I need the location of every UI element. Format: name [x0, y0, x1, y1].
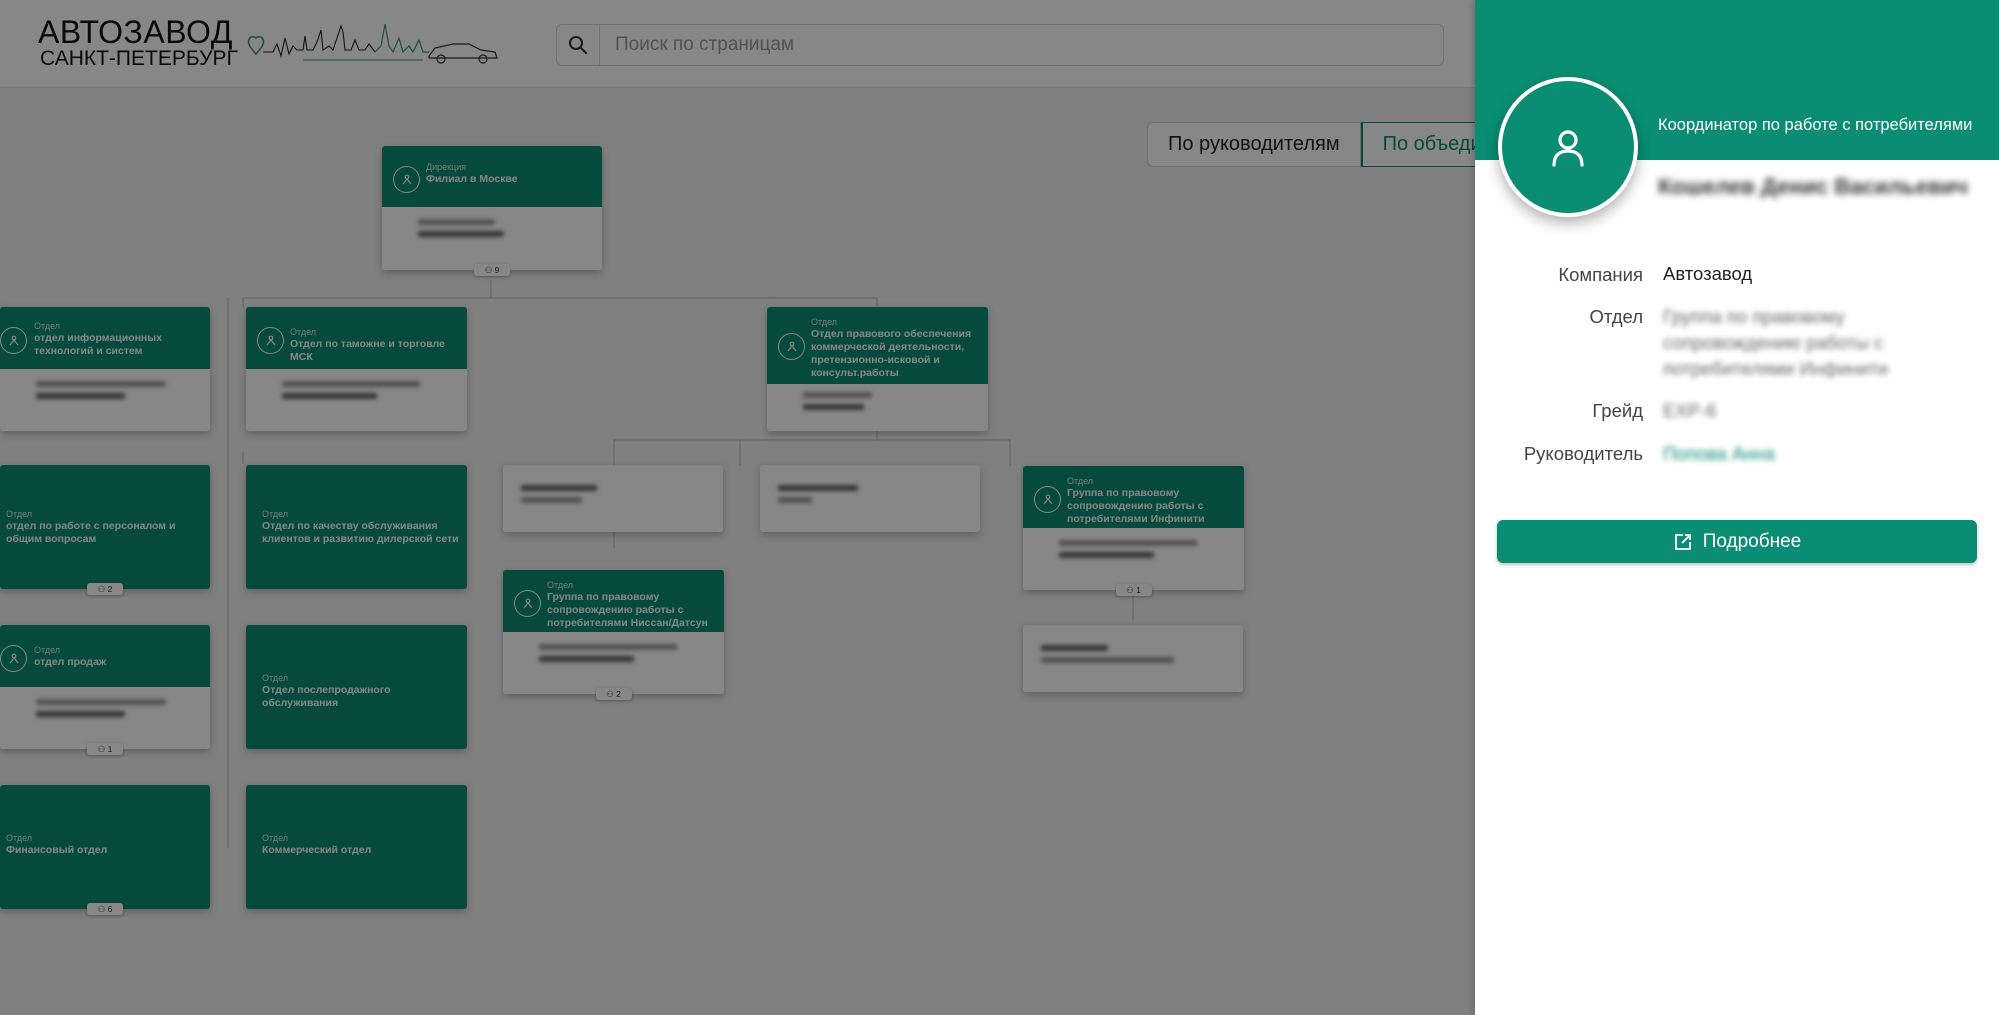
modal-backdrop[interactable]: [0, 0, 1475, 1015]
employee-details-panel: Координатор по работе с потребителями Ко…: [1475, 0, 1999, 1015]
user-avatar-icon: [1552, 130, 1584, 167]
company-value: Автозавод: [1663, 263, 1753, 284]
grade-label: Грейд: [1592, 400, 1643, 421]
details-button-label: Подробнее: [1702, 530, 1802, 552]
avatar: [1498, 77, 1638, 217]
employee-position: Координатор по работе с потребителями: [1658, 116, 1973, 134]
grade-value: EXP-6: [1663, 400, 1717, 421]
details-button[interactable]: Подробнее: [1497, 520, 1977, 563]
app-root: АВТОЗАВОД САНКТ-ПЕТЕРБУРГ Поиск по стран…: [0, 0, 1999, 1015]
employee-name: Кошелев Денис Васильевич: [1658, 174, 1968, 199]
manager-link[interactable]: Попова Анна: [1663, 441, 1973, 467]
department-label: Отдел: [1589, 306, 1643, 327]
department-value: Группа по правовому сопровождению работы…: [1663, 306, 1889, 379]
company-label: Компания: [1558, 264, 1643, 285]
external-link-icon: [1674, 533, 1691, 550]
manager-label: Руководитель: [1523, 443, 1643, 464]
